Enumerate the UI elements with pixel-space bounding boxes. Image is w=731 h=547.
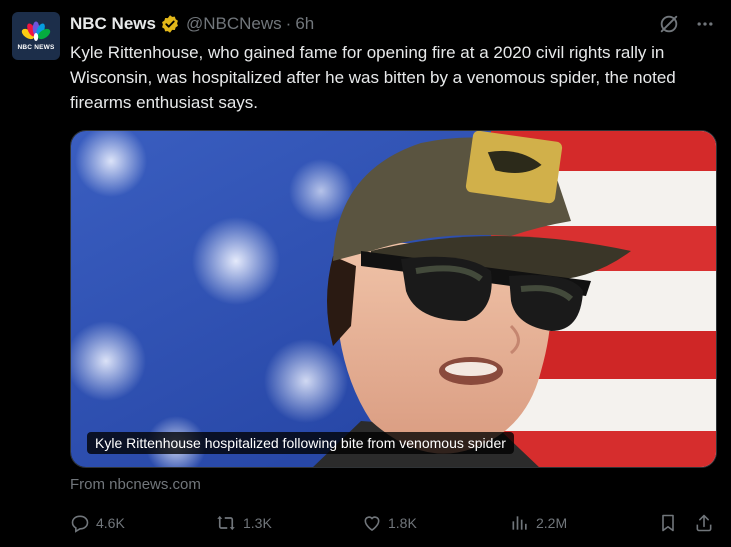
share-button[interactable]: [694, 510, 714, 536]
like-count: 1.8K: [388, 515, 417, 531]
views-button[interactable]: 2.2M: [510, 510, 567, 536]
timestamp[interactable]: 6h: [295, 14, 314, 34]
reply-count: 4.6K: [96, 515, 125, 531]
news-photo: [71, 131, 716, 467]
avatar[interactable]: NBC NEWS: [12, 12, 60, 60]
reply-icon: [70, 513, 90, 533]
heart-icon: [362, 513, 382, 533]
top-actions: [657, 12, 717, 36]
tweet-header: NBC News @NBCNews · 6h: [70, 12, 314, 36]
more-icon[interactable]: [693, 12, 717, 36]
tweet-text: Kyle Rittenhouse, who gained fame for op…: [70, 43, 676, 112]
grok-icon[interactable]: [657, 12, 681, 36]
verified-badge-icon[interactable]: [160, 14, 180, 34]
repost-button[interactable]: 1.3K: [215, 510, 272, 536]
bookmark-icon: [658, 513, 678, 533]
avatar-label: NBC NEWS: [17, 44, 55, 51]
nbc-peacock-logo: [21, 21, 51, 41]
views-icon: [510, 513, 530, 533]
author-name[interactable]: NBC News: [70, 14, 156, 34]
repost-icon: [215, 513, 237, 533]
bookmark-button[interactable]: [658, 510, 678, 536]
card-caption: Kyle Rittenhouse hospitalized following …: [87, 432, 514, 454]
repost-count: 1.3K: [243, 515, 272, 531]
author-handle[interactable]: @NBCNews: [186, 14, 282, 34]
views-count: 2.2M: [536, 515, 568, 531]
tweet-actions: 4.6K 1.3K 1.8K 2.2M: [70, 510, 717, 536]
like-button[interactable]: 1.8K: [362, 510, 417, 536]
link-card-image[interactable]: Kyle Rittenhouse hospitalized following …: [70, 130, 717, 468]
share-icon: [694, 513, 714, 533]
separator-dot: ·: [285, 14, 292, 33]
reply-button[interactable]: 4.6K: [70, 510, 125, 536]
card-source[interactable]: From nbcnews.com: [70, 476, 201, 493]
